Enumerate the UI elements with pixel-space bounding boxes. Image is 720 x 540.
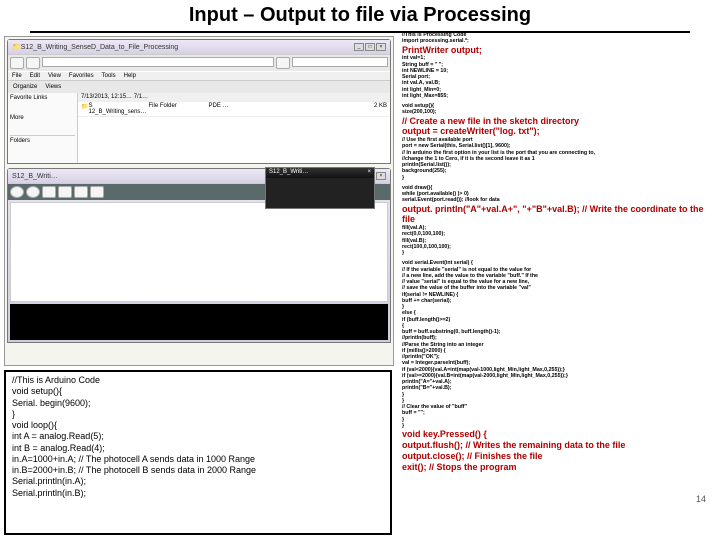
menu-file[interactable]: File [12, 73, 22, 79]
code-line: output = createWriter("log. txt"); [402, 126, 714, 137]
explorer-titlebar: 📁 S12_B_Writing_SenseD_Data_to_File_Proc… [8, 40, 390, 54]
code-line: int A = analog.Read(5); [12, 431, 384, 442]
code-line: } [12, 409, 384, 420]
output-sketch-window: S12_B_Writi… × [265, 167, 375, 209]
sketch-win-title: S12_B_Writi… [269, 169, 308, 177]
sketch-canvas [266, 178, 374, 208]
organize-button[interactable]: Organize [10, 83, 40, 91]
close-icon[interactable]: × [367, 169, 371, 177]
file-name: S 12_B_Writing_sens… [88, 103, 148, 115]
page-number: 14 [696, 494, 706, 504]
code-line: exit(); // Stops the program [402, 462, 714, 473]
code-line: void loop(){ [12, 420, 384, 431]
run-button[interactable] [10, 186, 24, 198]
editor-area[interactable] [10, 202, 388, 302]
menu-tools[interactable]: Tools [102, 73, 116, 79]
code-line: output.flush(); // Writes the remaining … [402, 440, 714, 451]
menu-favorites[interactable]: Favorites [69, 73, 94, 79]
code-line: //This is Arduino Code [12, 375, 384, 386]
file-list: 7/13/2013, 12:15… 7/1… 📁 S 12_B_Writing_… [78, 93, 390, 163]
folder-icon: 📁 [12, 43, 21, 51]
forward-button[interactable] [26, 57, 40, 69]
search-box[interactable] [292, 57, 388, 67]
code-line: Serial. begin(9600); [12, 398, 384, 409]
close-button[interactable]: × [376, 43, 386, 51]
code-line: void setup(){ [12, 386, 384, 397]
new-button[interactable] [42, 186, 56, 198]
window-title: S12_B_Writing_SenseD_Data_to_File_Proces… [21, 44, 354, 51]
menu-view[interactable]: View [48, 73, 61, 79]
menu-edit[interactable]: Edit [30, 73, 40, 79]
code-line: output. println("A"+val.A+", "+"B"+val.B… [402, 204, 714, 226]
col-date: 7/13/2013, 12:15… 7/1… [81, 94, 387, 100]
code-line: in.B=2000+in.B; // The photocell B sends… [12, 465, 384, 476]
export-button[interactable] [90, 186, 104, 198]
code-line: output.close(); // Finishes the file [402, 451, 714, 462]
file-size: 2 KB [374, 103, 387, 115]
views-button[interactable]: Views [42, 83, 64, 91]
file-browser-screenshot: 📁 S12_B_Writing_SenseD_Data_to_File_Proc… [4, 36, 394, 366]
code-line: int B = analog.Read(4); [12, 443, 384, 454]
maximize-button[interactable]: □ [365, 43, 375, 51]
refresh-button[interactable] [276, 57, 290, 69]
back-button[interactable] [10, 57, 24, 69]
stop-button[interactable] [26, 186, 40, 198]
console-area [10, 304, 388, 340]
table-row[interactable]: 📁 S 12_B_Writing_sens… File Folder PDE …… [78, 102, 390, 117]
file-ext: PDE … [208, 103, 228, 115]
code-line: Serial.println(in.B); [12, 488, 384, 499]
file-type: File Folder [148, 103, 208, 115]
command-bar: Organize Views [8, 80, 390, 93]
nav-toolbar [8, 54, 390, 71]
code-line: PrintWriter output; [402, 45, 714, 56]
address-bar[interactable] [42, 57, 274, 67]
code-line: Serial.println(in.A); [12, 476, 384, 487]
code-line: void key.Pressed() { [402, 429, 714, 440]
more-link[interactable]: More [10, 115, 75, 121]
page-title: Input – Output to file via Processing [30, 0, 690, 33]
save-button[interactable] [74, 186, 88, 198]
code-line: in.A=1000+in.A; // The photocell A sends… [12, 454, 384, 465]
menu-help[interactable]: Help [124, 73, 136, 79]
folders-label[interactable]: Folders [10, 135, 75, 144]
minimize-button[interactable]: _ [354, 43, 364, 51]
open-button[interactable] [58, 186, 72, 198]
close-button[interactable]: × [376, 172, 386, 180]
folder-icon: 📁 [81, 103, 88, 115]
favorite-links-label: Favorite Links [10, 95, 75, 101]
code-line: // Create a new file in the sketch direc… [402, 116, 714, 127]
explorer-window: 📁 S12_B_Writing_SenseD_Data_to_File_Proc… [7, 39, 391, 164]
arduino-code-box: //This is Arduino Code void setup(){ Ser… [4, 370, 392, 535]
sidebar: Favorite Links More Folders [8, 93, 78, 163]
menu-bar: File Edit View Favorites Tools Help [8, 71, 390, 80]
processing-code-box: //This is Processing Code import process… [400, 30, 716, 538]
